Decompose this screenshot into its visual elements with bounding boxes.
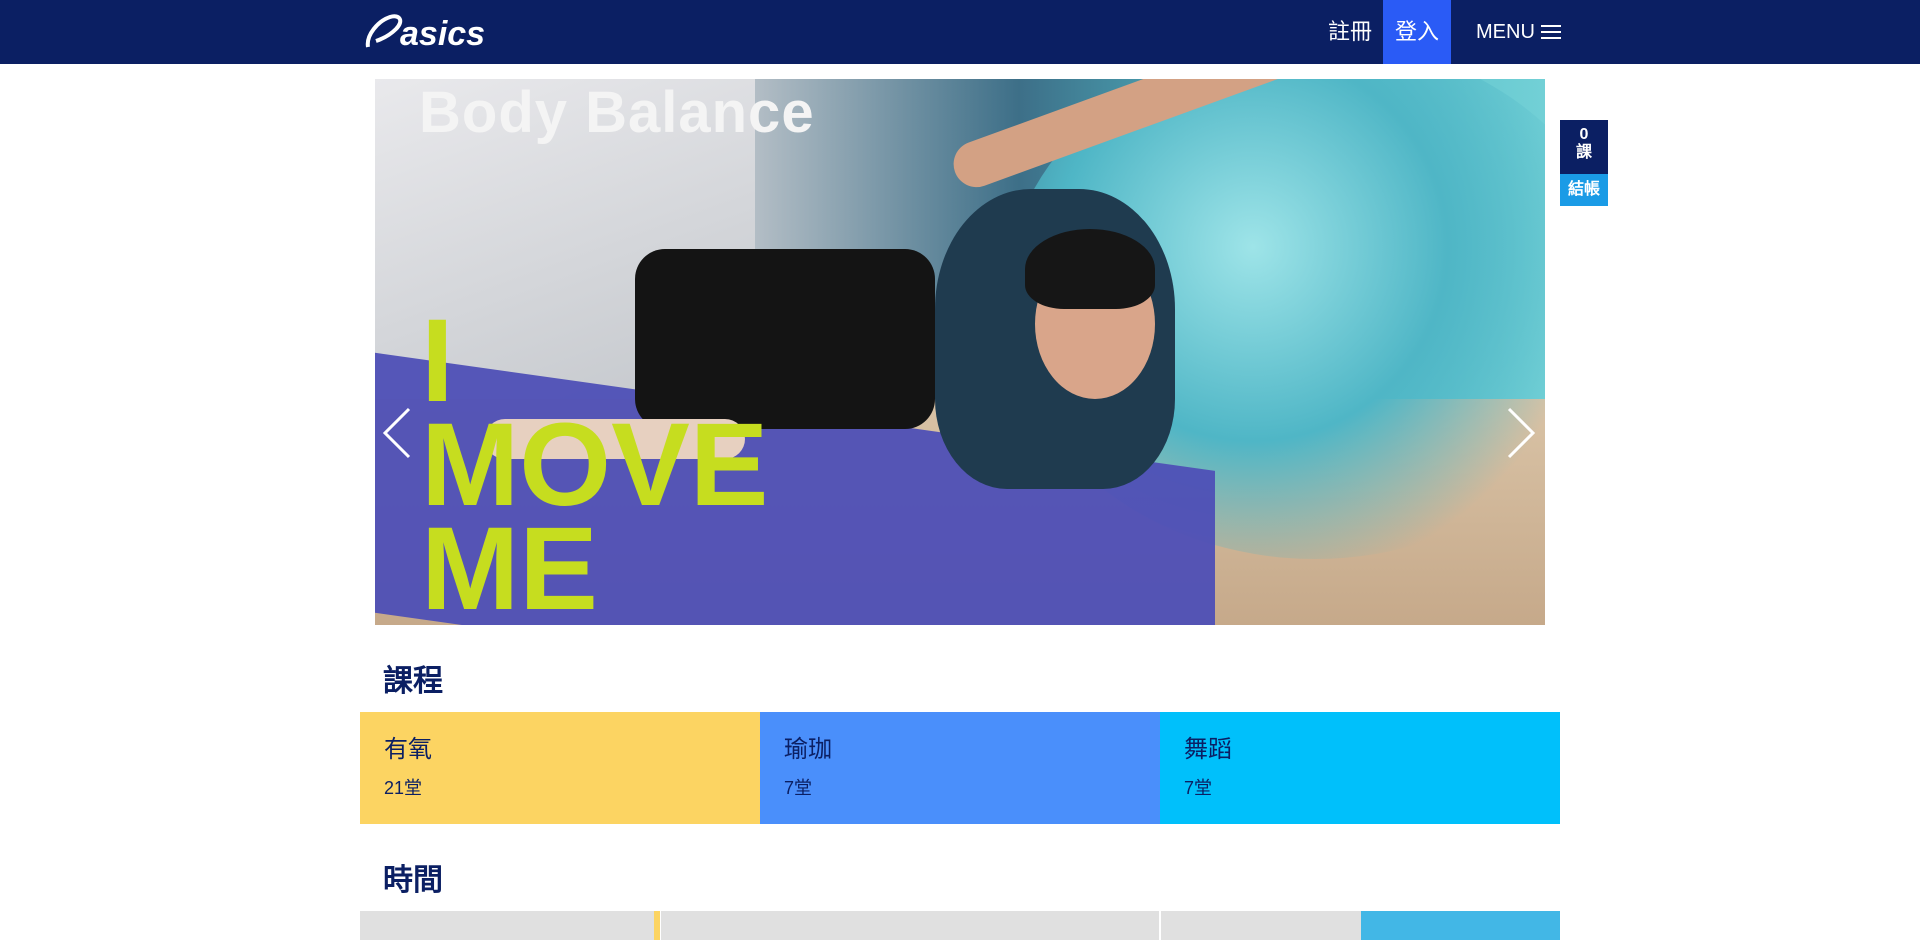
menu-button[interactable]: MENU [1476,0,1572,64]
cart-count[interactable]: 0 課 [1560,120,1608,174]
login-button[interactable]: 登入 [1383,0,1451,64]
asics-logo[interactable]: asics [364,9,488,53]
checkout-button[interactable]: 結帳 [1560,174,1608,206]
category-yoga[interactable]: 瑜珈 7堂 [760,712,1160,824]
cart-count-unit: 課 [1575,144,1592,161]
time-slot[interactable] [360,911,654,940]
category-count: 21堂 [384,778,423,798]
hero-title: Body Balance [419,80,815,145]
category-name: 有氧 [384,736,432,763]
time-slot[interactable] [661,911,1159,940]
hero-slogan: I MOVE ME [421,295,769,625]
hero-slogan-line: I [421,295,454,427]
category-aerobic[interactable]: 有氧 21堂 [360,712,760,824]
category-count: 7堂 [784,778,813,798]
chevron-right-icon[interactable] [1503,405,1539,461]
menu-label: MENU [1476,21,1535,43]
cart-widget[interactable]: 0 課 結帳 [1560,120,1608,206]
hero-person-hair [1025,229,1155,309]
time-schedule-strip [360,911,1560,940]
hero-slogan-line: MOVE [421,399,769,531]
chevron-left-icon[interactable] [379,405,415,461]
top-navigation-bar: asics 註冊 登入 MENU [0,0,1920,64]
hero-carousel[interactable]: Body Balance I MOVE ME [375,79,1545,625]
category-name: 瑜珈 [784,736,832,763]
time-slot[interactable] [1361,911,1560,940]
svg-text:asics: asics [400,15,485,53]
cart-count-value: 0 [1579,126,1589,143]
category-count: 7堂 [1184,778,1213,798]
time-slot[interactable] [1161,911,1361,940]
hamburger-icon [1540,24,1561,40]
register-link[interactable]: 註冊 [1316,0,1384,64]
time-section-title: 時間 [383,864,443,897]
category-name: 舞蹈 [1184,736,1232,763]
course-categories: 有氧 21堂 瑜珈 7堂 舞蹈 7堂 [360,712,1560,824]
time-slot-marker [654,911,660,940]
category-dance[interactable]: 舞蹈 7堂 [1160,712,1560,824]
courses-section-title: 課程 [383,665,443,698]
hero-slogan-line: ME [421,503,598,625]
